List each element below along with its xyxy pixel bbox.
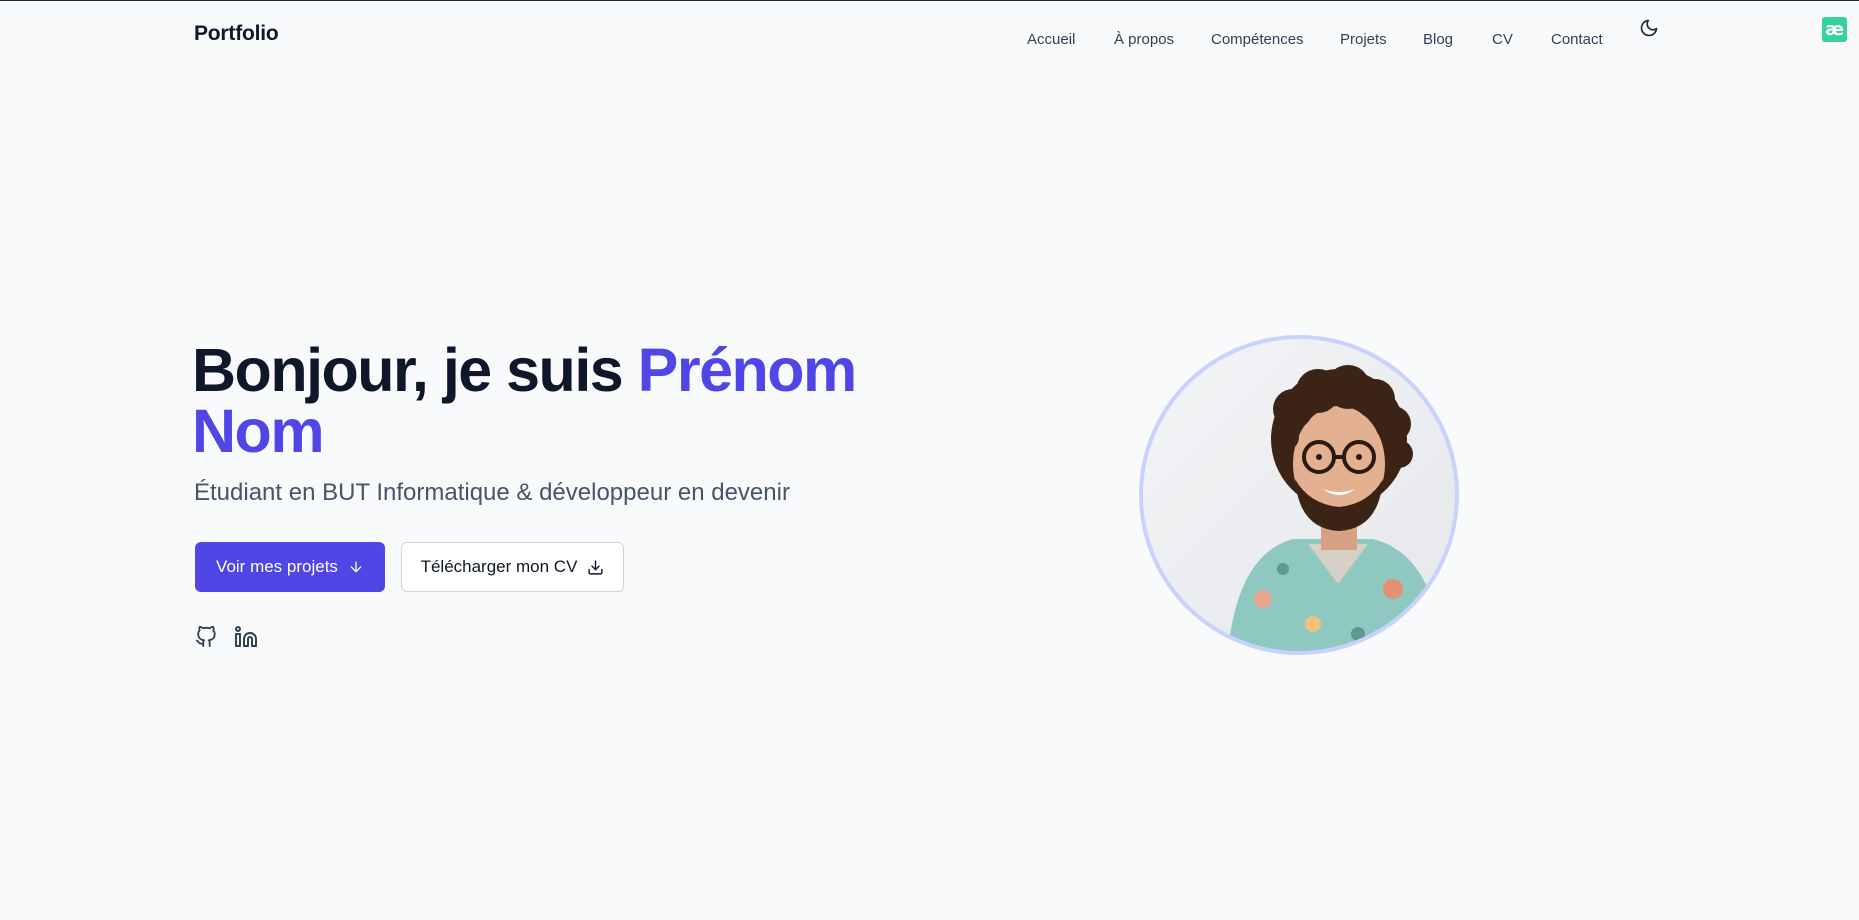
linkedin-icon (235, 626, 257, 647)
nav-accueil[interactable]: Accueil (1027, 31, 1075, 48)
nav-projets[interactable]: Projets (1340, 31, 1387, 48)
nav-blog[interactable]: Blog (1423, 31, 1453, 48)
site-header: Portfolio Accueil À propos Compétences P… (0, 1, 1859, 65)
nav-a-propos[interactable]: À propos (1114, 31, 1174, 48)
nav-competences[interactable]: Compétences (1211, 31, 1304, 48)
hero-title: Bonjour, je suis Prénom Nom (192, 340, 912, 462)
view-projects-button[interactable]: Voir mes projets (195, 542, 385, 592)
download-cv-label: Télécharger mon CV (420, 557, 578, 576)
main-nav: Accueil À propos Compétences Projets Blo… (0, 31, 1859, 51)
linkedin-link[interactable] (234, 624, 258, 650)
theme-toggle-button[interactable] (1638, 17, 1660, 39)
view-projects-label: Voir mes projets (216, 557, 338, 576)
moon-icon (1640, 19, 1658, 37)
hero-greeting: Bonjour, je suis (192, 336, 638, 404)
social-links (194, 624, 258, 650)
github-link[interactable] (194, 624, 218, 650)
profile-photo (1139, 335, 1459, 655)
nav-contact[interactable]: Contact (1551, 31, 1603, 48)
arrow-down-icon (350, 561, 362, 573)
github-icon (195, 626, 216, 648)
download-cv-button[interactable]: Télécharger mon CV (401, 542, 624, 592)
browser-extension-icon[interactable]: æ (1822, 17, 1847, 42)
nav-cv[interactable]: CV (1492, 31, 1513, 48)
hero-subtitle: Étudiant en BUT Informatique & développe… (194, 479, 790, 506)
download-icon (588, 559, 604, 575)
avatar-illustration (1228, 365, 1443, 651)
